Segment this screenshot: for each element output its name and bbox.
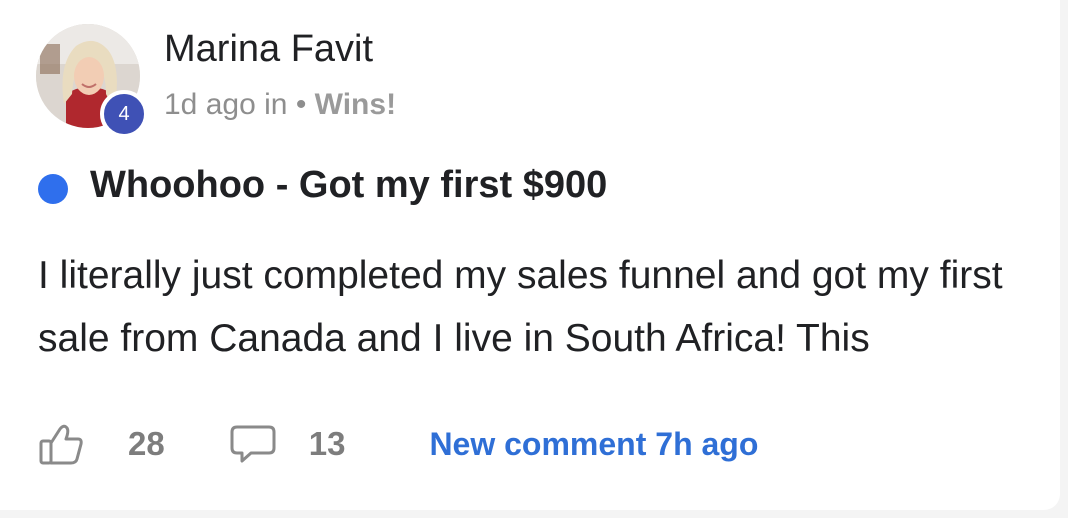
post-meta: 1d ago in • Wins!: [164, 88, 396, 122]
new-comment-link[interactable]: New comment 7h ago: [429, 426, 758, 463]
like-button[interactable]: 28: [38, 421, 165, 467]
speech-bubble-icon[interactable]: [229, 421, 277, 467]
thumbs-up-icon[interactable]: [38, 421, 84, 467]
author-name[interactable]: Marina Favit: [164, 28, 373, 71]
comment-count: 13: [308, 425, 346, 462]
post-time: 1d ago: [164, 88, 256, 121]
like-count: 28: [128, 425, 165, 462]
comment-button[interactable]: 13: [229, 421, 346, 467]
in-label: in: [264, 88, 288, 121]
post-body[interactable]: I literally just completed my sales funn…: [38, 244, 1038, 370]
unread-indicator: [38, 174, 68, 204]
post-card[interactable]: 4 Marina Favit 1d ago in • Wins! Whoohoo…: [0, 0, 1060, 510]
level-badge: 4: [100, 90, 148, 138]
author-avatar-wrapper[interactable]: 4: [36, 24, 148, 138]
category-link[interactable]: Wins!: [315, 88, 396, 121]
meta-separator: •: [295, 88, 307, 121]
post-title[interactable]: Whoohoo - Got my first $900: [90, 164, 607, 207]
post-actions: 28 13 New comment 7h ago: [38, 416, 758, 472]
